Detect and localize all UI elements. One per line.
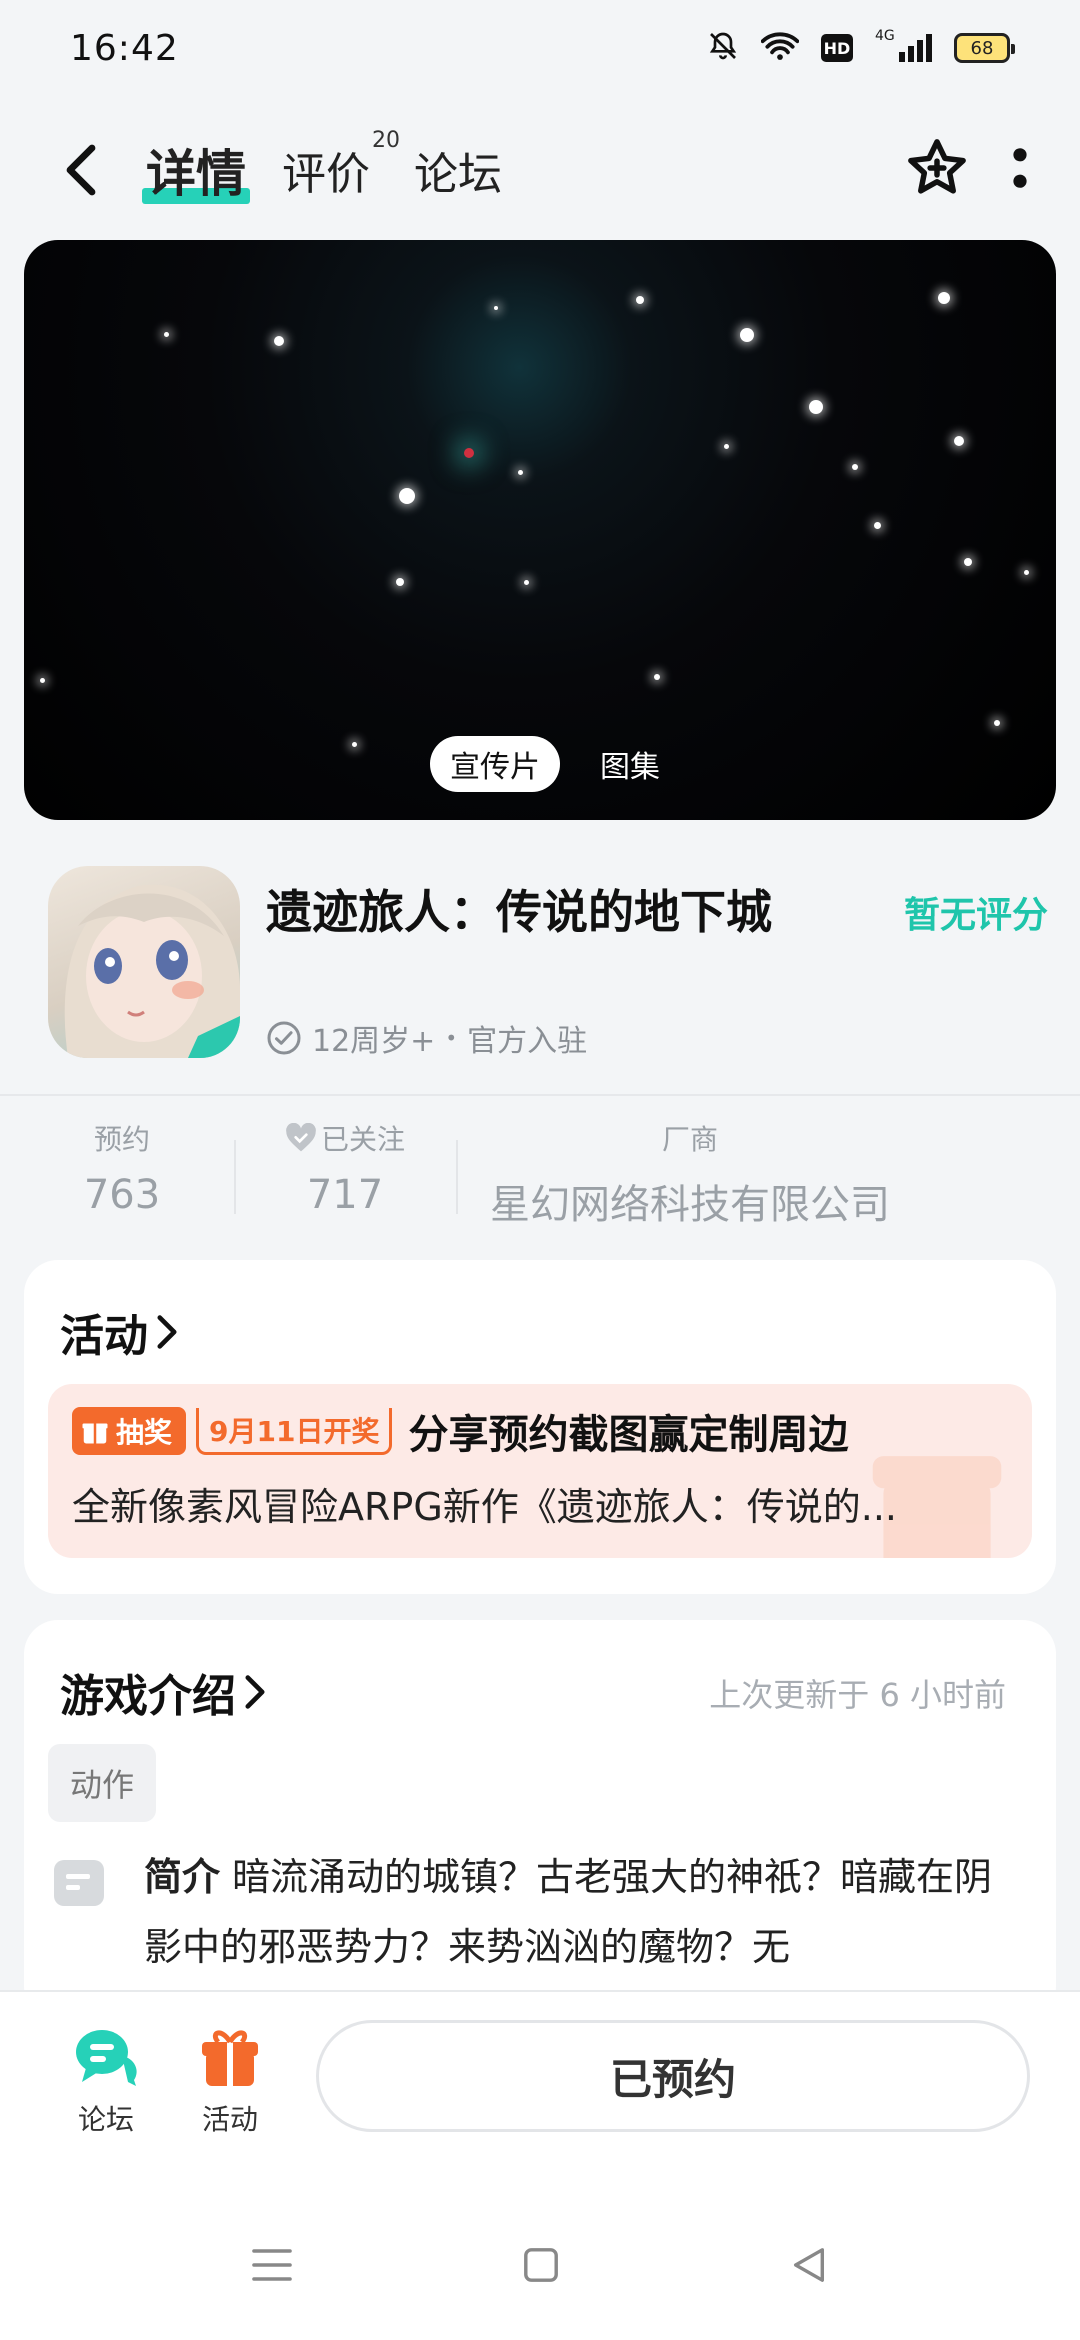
- chevron-right-icon: [157, 1315, 177, 1349]
- activity-card-title[interactable]: 活动: [60, 1300, 178, 1364]
- signal-icon: 4G: [875, 28, 932, 62]
- top-nav: 详情 评价 20 论坛: [0, 120, 1080, 220]
- media-banner[interactable]: 宣传片 图集: [24, 240, 1056, 820]
- game-title: 遗迹旅人：传说的地下城: [266, 885, 772, 939]
- intro-card-title[interactable]: 游戏介绍: [60, 1660, 266, 1724]
- status-bar: 16:42 HD 4G 68: [0, 0, 1080, 96]
- age-rating: 12周岁+: [312, 1024, 436, 1059]
- bottom-forum-button[interactable]: 论坛: [56, 2028, 156, 2138]
- clock: 16:42: [70, 27, 179, 69]
- bottom-activity-button[interactable]: 活动: [180, 2028, 280, 2138]
- lottery-badge: 抽奖: [72, 1407, 187, 1455]
- meta-separator: •: [445, 1026, 458, 1050]
- activity-description: 全新像素风冒险ARPG新作《遗迹旅人：传说的...: [72, 1485, 897, 1529]
- reserved-button[interactable]: 已预约: [316, 2020, 1030, 2132]
- activity-headline: 分享预约截图赢定制周边: [408, 1412, 849, 1458]
- tab-reviews[interactable]: 评价 20: [282, 128, 400, 202]
- star-plus-icon: [908, 139, 966, 194]
- follow-label: 已关注: [320, 1123, 405, 1156]
- activity-item[interactable]: 抽奖 9月11日开奖 分享预约截图赢定制周边 全新像素风冒险ARPG新作《遗迹旅…: [48, 1384, 1032, 1558]
- updated-time: 上次更新于 6 小时前: [709, 1676, 1006, 1714]
- vendor-name: 星幻网络科技有限公司: [490, 1182, 890, 1228]
- square-home-icon: [524, 2248, 558, 2282]
- game-icon[interactable]: [48, 866, 240, 1058]
- summary-label: 简介: [144, 1855, 221, 1899]
- reserve-count: 763: [83, 1172, 161, 1218]
- bottom-bar: 论坛 活动 已预约: [0, 1990, 1080, 2340]
- tab-trailer[interactable]: 宣传片: [430, 736, 560, 792]
- media-tabs: 宣传片 图集: [430, 736, 680, 792]
- forum-chat-icon: [76, 2030, 137, 2086]
- divider: [0, 1094, 1080, 1096]
- more-vertical-icon: [1013, 148, 1027, 188]
- gift-icon: [82, 1423, 108, 1444]
- follow-count: 717: [306, 1172, 384, 1218]
- check-circle-icon: [267, 1021, 301, 1055]
- game-character-image: [64, 884, 240, 1058]
- vendor-stat[interactable]: 厂商 星幻网络科技有限公司: [480, 1118, 900, 1230]
- wifi-icon: [760, 31, 800, 65]
- home-nav-button[interactable]: [522, 2246, 560, 2288]
- draw-date-tag: 9月11日开奖: [196, 1407, 393, 1455]
- score-label: 暂无评分: [903, 895, 1048, 936]
- tab-forum[interactable]: 论坛: [414, 138, 502, 202]
- more-options-button[interactable]: [1010, 146, 1030, 194]
- battery-level: 68: [970, 37, 994, 59]
- favorite-star-add-button[interactable]: [904, 135, 970, 205]
- game-meta: 12周岁+ • 官方入驻: [266, 1016, 587, 1060]
- genre-tag[interactable]: 动作: [48, 1744, 157, 1822]
- intro-card: 游戏介绍 上次更新于 6 小时前 动作 简介 暗流涌动的城镇？古老强大的神祇？暗藏…: [24, 1620, 1056, 2020]
- menu-icon: [252, 2249, 292, 2281]
- intro-doc-icon: [54, 1860, 104, 1906]
- vendor-label: 厂商: [661, 1123, 718, 1156]
- back-nav-button[interactable]: [790, 2245, 828, 2289]
- reserve-label: 预约: [93, 1123, 150, 1156]
- gift-box-icon: [202, 2030, 258, 2086]
- stats-row: 预约 763 已关注 717 厂商 星幻网络科技有限公司: [0, 1118, 1080, 1238]
- triangle-back-icon: [793, 2248, 825, 2282]
- back-button[interactable]: [50, 140, 110, 200]
- intro-text[interactable]: 简介 暗流涌动的城镇？古老强大的神祇？暗藏在阴影中的邪恶势力？来势汹汹的魔物？无: [144, 1842, 1024, 1982]
- chevron-right-icon: [245, 1675, 265, 1709]
- game-header: 遗迹旅人：传说的地下城 暂无评分 12周岁+ • 官方入驻: [48, 866, 1048, 1066]
- activity-card: 活动 抽奖 9月11日开奖 分享预约截图赢定制周边 全新像素风冒险ARPG新作《…: [24, 1260, 1056, 1594]
- stat-divider: [234, 1140, 236, 1214]
- follow-stat[interactable]: 已关注 717: [270, 1118, 420, 1218]
- battery-icon: 68: [954, 33, 1015, 63]
- tab-gallery[interactable]: 图集: [580, 736, 680, 792]
- review-count: 20: [372, 128, 400, 153]
- mute-bell-icon: [707, 30, 739, 66]
- menu-nav-button[interactable]: [252, 2247, 292, 2287]
- status-icons: HD 4G 68: [707, 28, 1015, 66]
- summary-text: 暗流涌动的城镇？古老强大的神祇？暗藏在阴影中的邪恶势力？来势汹汹的魔物？无: [144, 1855, 993, 1969]
- tab-details[interactable]: 详情: [142, 134, 250, 206]
- stat-divider: [456, 1140, 458, 1214]
- heart-check-icon: [286, 1123, 316, 1152]
- chevron-left-icon: [66, 144, 96, 196]
- hd-icon: HD: [821, 34, 853, 62]
- network-type-label: 4G: [875, 28, 895, 44]
- reserve-stat: 预约 763: [62, 1118, 182, 1218]
- official-label: 官方入驻: [467, 1024, 588, 1059]
- system-nav-bar: [0, 2222, 1080, 2312]
